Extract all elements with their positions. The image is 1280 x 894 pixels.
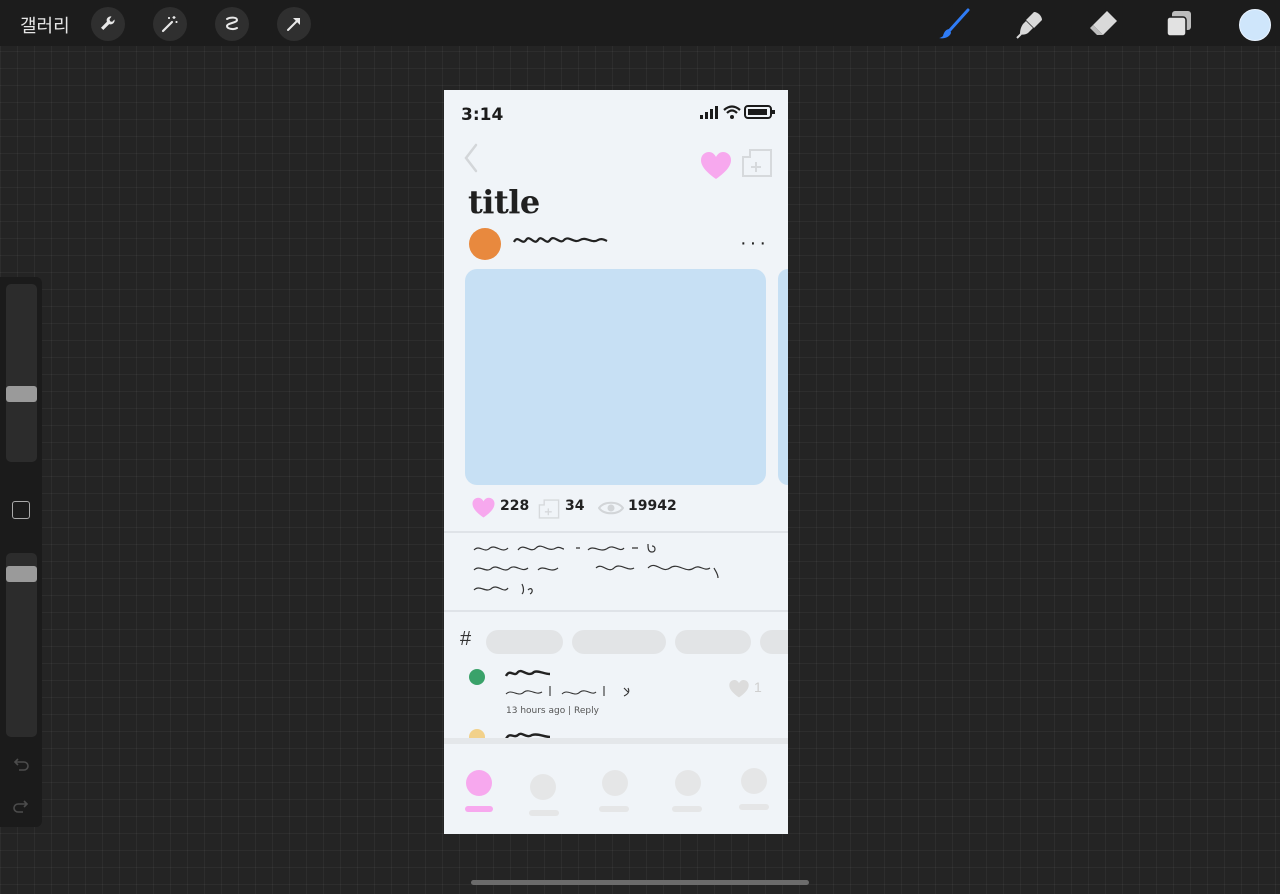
comment-meta: 13 hours ago | Reply (506, 706, 599, 716)
tag-chip[interactable] (760, 630, 788, 654)
post-description-scribble (473, 543, 719, 595)
battery-icon (744, 105, 775, 119)
save-count: 34 (565, 498, 585, 514)
tab-home-label (465, 806, 493, 812)
comment-text-scribble (504, 669, 630, 697)
tab-2-icon (530, 774, 556, 800)
post-title: title (468, 183, 540, 221)
opacity-thumb[interactable] (6, 566, 37, 583)
hashtag-symbol: # (460, 628, 472, 650)
undo-icon[interactable] (11, 754, 31, 774)
home-indicator (471, 880, 809, 885)
comment-like-count: 1 (754, 679, 762, 695)
author-name-scribble (513, 237, 608, 243)
divider (444, 531, 788, 533)
tab-3-icon (602, 770, 628, 796)
tag-chip[interactable] (486, 630, 563, 654)
tab-3[interactable] (599, 770, 629, 812)
left-sidebar (0, 277, 42, 827)
color-picker[interactable] (1239, 9, 1271, 41)
cellular-signal-icon (700, 106, 718, 119)
tab-4-icon (675, 770, 701, 796)
status-time: 3:14 (461, 105, 504, 125)
stat-eye-icon (598, 501, 624, 515)
view-count: 19942 (628, 498, 677, 514)
brush-size-slider[interactable] (6, 284, 37, 462)
tab-4[interactable] (672, 770, 702, 812)
stat-save-icon (538, 499, 560, 519)
magic-wand-icon[interactable] (153, 7, 187, 41)
drawing-canvas[interactable]: 3:14 title ··· 228 34 19942 # 13 hours a… (444, 90, 788, 834)
like-count: 228 (500, 498, 530, 514)
post-image[interactable] (465, 269, 766, 485)
tab-5[interactable] (739, 768, 769, 810)
more-options-icon[interactable]: ··· (740, 233, 769, 253)
divider (444, 610, 788, 612)
tag-chip[interactable] (572, 630, 666, 654)
tag-chip[interactable] (675, 630, 751, 654)
tab-4-label (672, 806, 702, 812)
stat-heart-icon[interactable] (471, 497, 496, 519)
bottom-tab-bar (444, 738, 788, 834)
save-bookmark-icon[interactable] (740, 147, 774, 179)
commenter-avatar[interactable] (469, 669, 485, 685)
like-heart-icon[interactable] (699, 151, 733, 181)
post-image-next[interactable] (778, 269, 788, 485)
status-bar-icons (700, 105, 775, 119)
back-chevron-icon[interactable] (462, 142, 480, 174)
wifi-icon (723, 105, 741, 119)
comment-like-icon[interactable] (728, 679, 750, 699)
transform-arrow-icon[interactable] (277, 7, 311, 41)
tab-5-label (739, 804, 769, 810)
smudge-icon[interactable] (1014, 8, 1046, 40)
eraser-icon[interactable] (1088, 8, 1120, 40)
gallery-button[interactable]: 갤러리 (20, 12, 70, 38)
tab-2-label (529, 810, 559, 816)
modify-button[interactable] (12, 501, 30, 519)
redo-icon[interactable] (11, 796, 31, 816)
tab-home-icon (466, 770, 492, 796)
wrench-icon[interactable] (91, 7, 125, 41)
tab-2[interactable] (529, 774, 559, 816)
tab-5-icon (741, 768, 767, 794)
tab-3-label (599, 806, 629, 812)
layers-icon[interactable] (1163, 8, 1195, 40)
brush-size-thumb[interactable] (6, 386, 37, 403)
brush-icon[interactable] (938, 8, 970, 40)
top-toolbar: 갤러리 (0, 0, 1280, 46)
selection-icon[interactable] (215, 7, 249, 41)
author-avatar[interactable] (469, 228, 501, 260)
tab-home[interactable] (465, 770, 493, 812)
